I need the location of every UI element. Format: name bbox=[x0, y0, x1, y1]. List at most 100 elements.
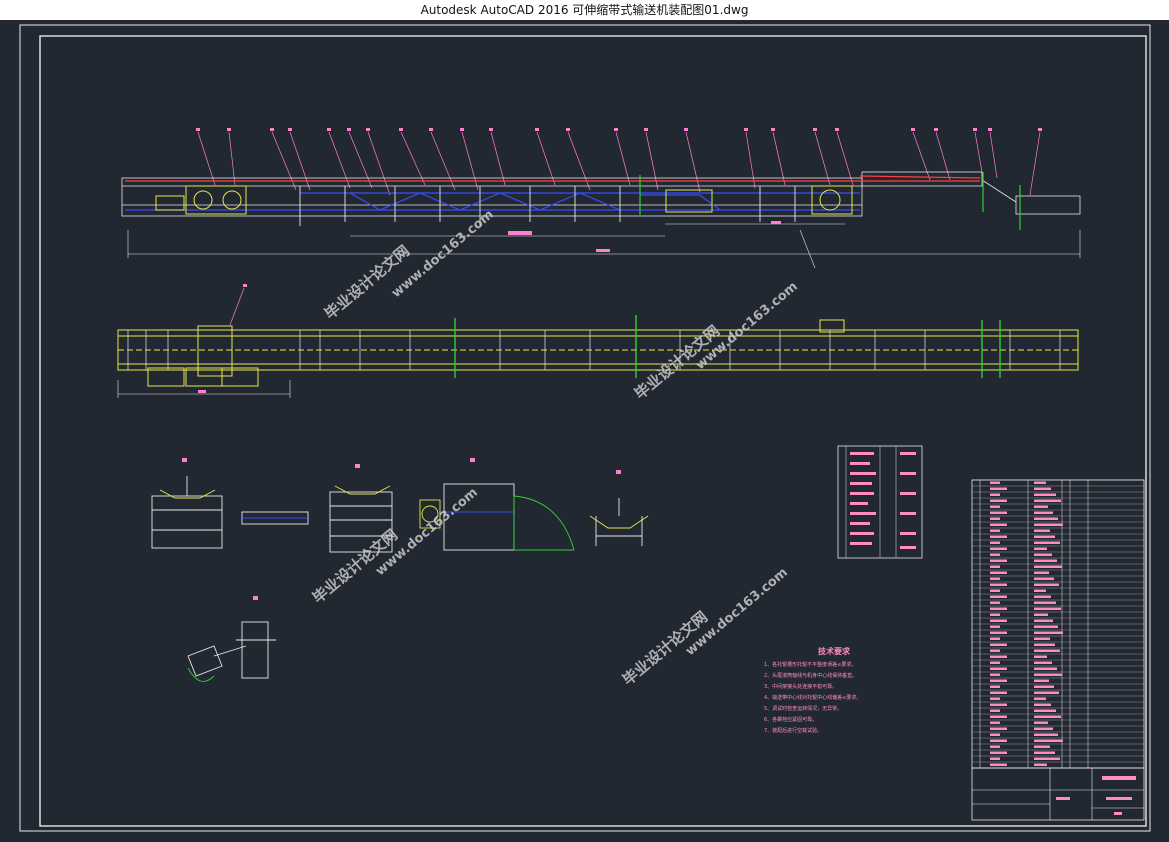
bom-cell-text bbox=[1034, 613, 1048, 616]
bom-cell-text bbox=[990, 649, 1000, 652]
bom-cell-text bbox=[1034, 679, 1049, 682]
side-view-dimensions bbox=[127, 223, 1081, 269]
cad-drawing: 技术要求 1、各托辊槽形托辊不平整度误差≤要求。 2、头尾滚筒轴线与机身中心线保… bbox=[19, 24, 1151, 832]
bom-cell-text bbox=[990, 673, 1000, 676]
drawing-canvas[interactable]: 技术要求 1、各托辊槽形托辊不平整度误差≤要求。 2、头尾滚筒轴线与机身中心线保… bbox=[0, 20, 1169, 838]
bom-cell-text bbox=[990, 721, 1000, 724]
bom-cell-text bbox=[1034, 715, 1061, 718]
bom-cell-text bbox=[1034, 649, 1060, 652]
side-view-belt-blue bbox=[125, 192, 860, 211]
bom-cell-text bbox=[1034, 721, 1048, 724]
bom-cell-text bbox=[1034, 535, 1055, 538]
bom-cell-text bbox=[990, 667, 1007, 670]
tech-line-6: 6、各螺栓应紧固可靠。 bbox=[764, 716, 817, 723]
tech-line-4: 4、输送带中心线对托辊中心线偏差≤要求。 bbox=[764, 694, 861, 701]
bom-cell-text bbox=[1034, 763, 1047, 766]
side-view-legs bbox=[299, 186, 796, 226]
bom-cell-text bbox=[1034, 481, 1046, 484]
bom-cell-text bbox=[990, 619, 1007, 622]
technical-requirements: 技术要求 1、各托辊槽形托辊不平整度误差≤要求。 2、头尾滚筒轴线与机身中心线保… bbox=[764, 646, 861, 734]
bom-cell-text bbox=[990, 661, 1000, 664]
bom-cell-text bbox=[990, 613, 1000, 616]
window-title: Autodesk AutoCAD 2016 可伸缩带式输送机装配图01.dwg bbox=[420, 3, 749, 17]
bom-cell-text bbox=[990, 487, 1007, 490]
tech-line-3: 3、中间架接头处连接平稳可靠。 bbox=[764, 683, 837, 690]
bom-cell-text bbox=[1034, 577, 1054, 580]
bom-cell-text bbox=[990, 535, 1007, 538]
bom-cell-text bbox=[990, 631, 1007, 634]
bom-cell-text bbox=[990, 739, 1007, 742]
bom-cell-text bbox=[1034, 739, 1063, 742]
bom-cell-text bbox=[990, 541, 1000, 544]
bom-cell-text bbox=[990, 553, 1000, 556]
tech-line-7: 7、装配后进行空载试验。 bbox=[764, 727, 822, 734]
section-b bbox=[241, 511, 309, 525]
plan-view bbox=[117, 284, 1079, 398]
tech-line-5: 5、调试时检查运转情况，无异常。 bbox=[764, 705, 842, 712]
bom-cell-text bbox=[1034, 541, 1060, 544]
bom-cell-text bbox=[1034, 619, 1053, 622]
bom-cell-text bbox=[1034, 607, 1061, 610]
bom-cell-text bbox=[1034, 511, 1053, 514]
bom-cell-text bbox=[1034, 757, 1060, 760]
bom-cell-text bbox=[990, 679, 1007, 682]
side-view-balloons bbox=[196, 128, 1042, 131]
bom-cell-text bbox=[990, 607, 1007, 610]
section-a bbox=[151, 476, 223, 549]
section-views bbox=[151, 458, 649, 682]
bom-cell-text bbox=[1034, 529, 1050, 532]
bom-cell-text bbox=[990, 625, 1000, 628]
bom-cell-text bbox=[1034, 733, 1058, 736]
title-block bbox=[971, 767, 1145, 821]
bom-cell-text bbox=[990, 577, 1000, 580]
bom-cell-text bbox=[990, 703, 1007, 706]
bom-cell-text bbox=[1034, 751, 1055, 754]
bom-cell-text bbox=[990, 643, 1007, 646]
bom-cell-text bbox=[990, 571, 1007, 574]
bom-cell-text bbox=[990, 589, 1000, 592]
bom-cell-text bbox=[1034, 673, 1062, 676]
bom-cell-text bbox=[1034, 697, 1046, 700]
bom-cell-text bbox=[990, 715, 1007, 718]
bom-cell-text bbox=[990, 637, 1000, 640]
bom-cell-text bbox=[990, 523, 1007, 526]
outer-frame bbox=[19, 24, 1151, 832]
bom-cell-text bbox=[990, 517, 1000, 520]
plan-view-dim-label bbox=[198, 390, 206, 393]
bom-cell-text bbox=[1034, 745, 1050, 748]
bom-cell-text bbox=[990, 601, 1000, 604]
bom-cell-text bbox=[1034, 625, 1058, 628]
bom-cell-text bbox=[1034, 667, 1057, 670]
tech-line-2: 2、头尾滚筒轴线与机身中心线保持垂直。 bbox=[764, 672, 857, 679]
side-view bbox=[121, 128, 1081, 269]
bom-cell-text bbox=[1034, 499, 1061, 502]
bom-cell-text bbox=[1034, 691, 1059, 694]
bom-cell-text bbox=[1034, 493, 1056, 496]
bom-cell-text bbox=[990, 505, 1000, 508]
watermarks: 毕业设计论文网 www.doc163.com 毕业设计论文网 www.doc16… bbox=[309, 207, 801, 689]
bom-cell-text bbox=[1034, 487, 1051, 490]
bom-cell-text bbox=[990, 757, 1000, 760]
bom-cell-text bbox=[1034, 547, 1047, 550]
bom-cell-text bbox=[1034, 601, 1056, 604]
bom-cell-text bbox=[1034, 727, 1053, 730]
bom-cell-text bbox=[1034, 595, 1051, 598]
bom-cell-text bbox=[1034, 685, 1054, 688]
bom-cell-text bbox=[1034, 703, 1051, 706]
bom-cell-text bbox=[990, 481, 1000, 484]
bom-cell-text bbox=[990, 559, 1007, 562]
tech-line-1: 1、各托辊槽形托辊不平整度误差≤要求。 bbox=[764, 661, 856, 668]
tech-title: 技术要求 bbox=[818, 646, 851, 656]
bom-cell-text bbox=[1034, 583, 1059, 586]
bom-cell-text bbox=[990, 697, 1000, 700]
middle-parts-table bbox=[837, 445, 923, 559]
bom-cell-text bbox=[1034, 643, 1055, 646]
bom-cell-text bbox=[1034, 565, 1062, 568]
bom-cell-text bbox=[990, 493, 1000, 496]
bom-cell-text bbox=[990, 691, 1007, 694]
window-title-bar: Autodesk AutoCAD 2016 可伸缩带式输送机装配图01.dwg bbox=[0, 0, 1169, 20]
bom-cell-text bbox=[1034, 505, 1048, 508]
bom-cell-text bbox=[1034, 523, 1063, 526]
bom-cell-text bbox=[990, 595, 1007, 598]
side-view-dim-labels bbox=[508, 221, 781, 252]
